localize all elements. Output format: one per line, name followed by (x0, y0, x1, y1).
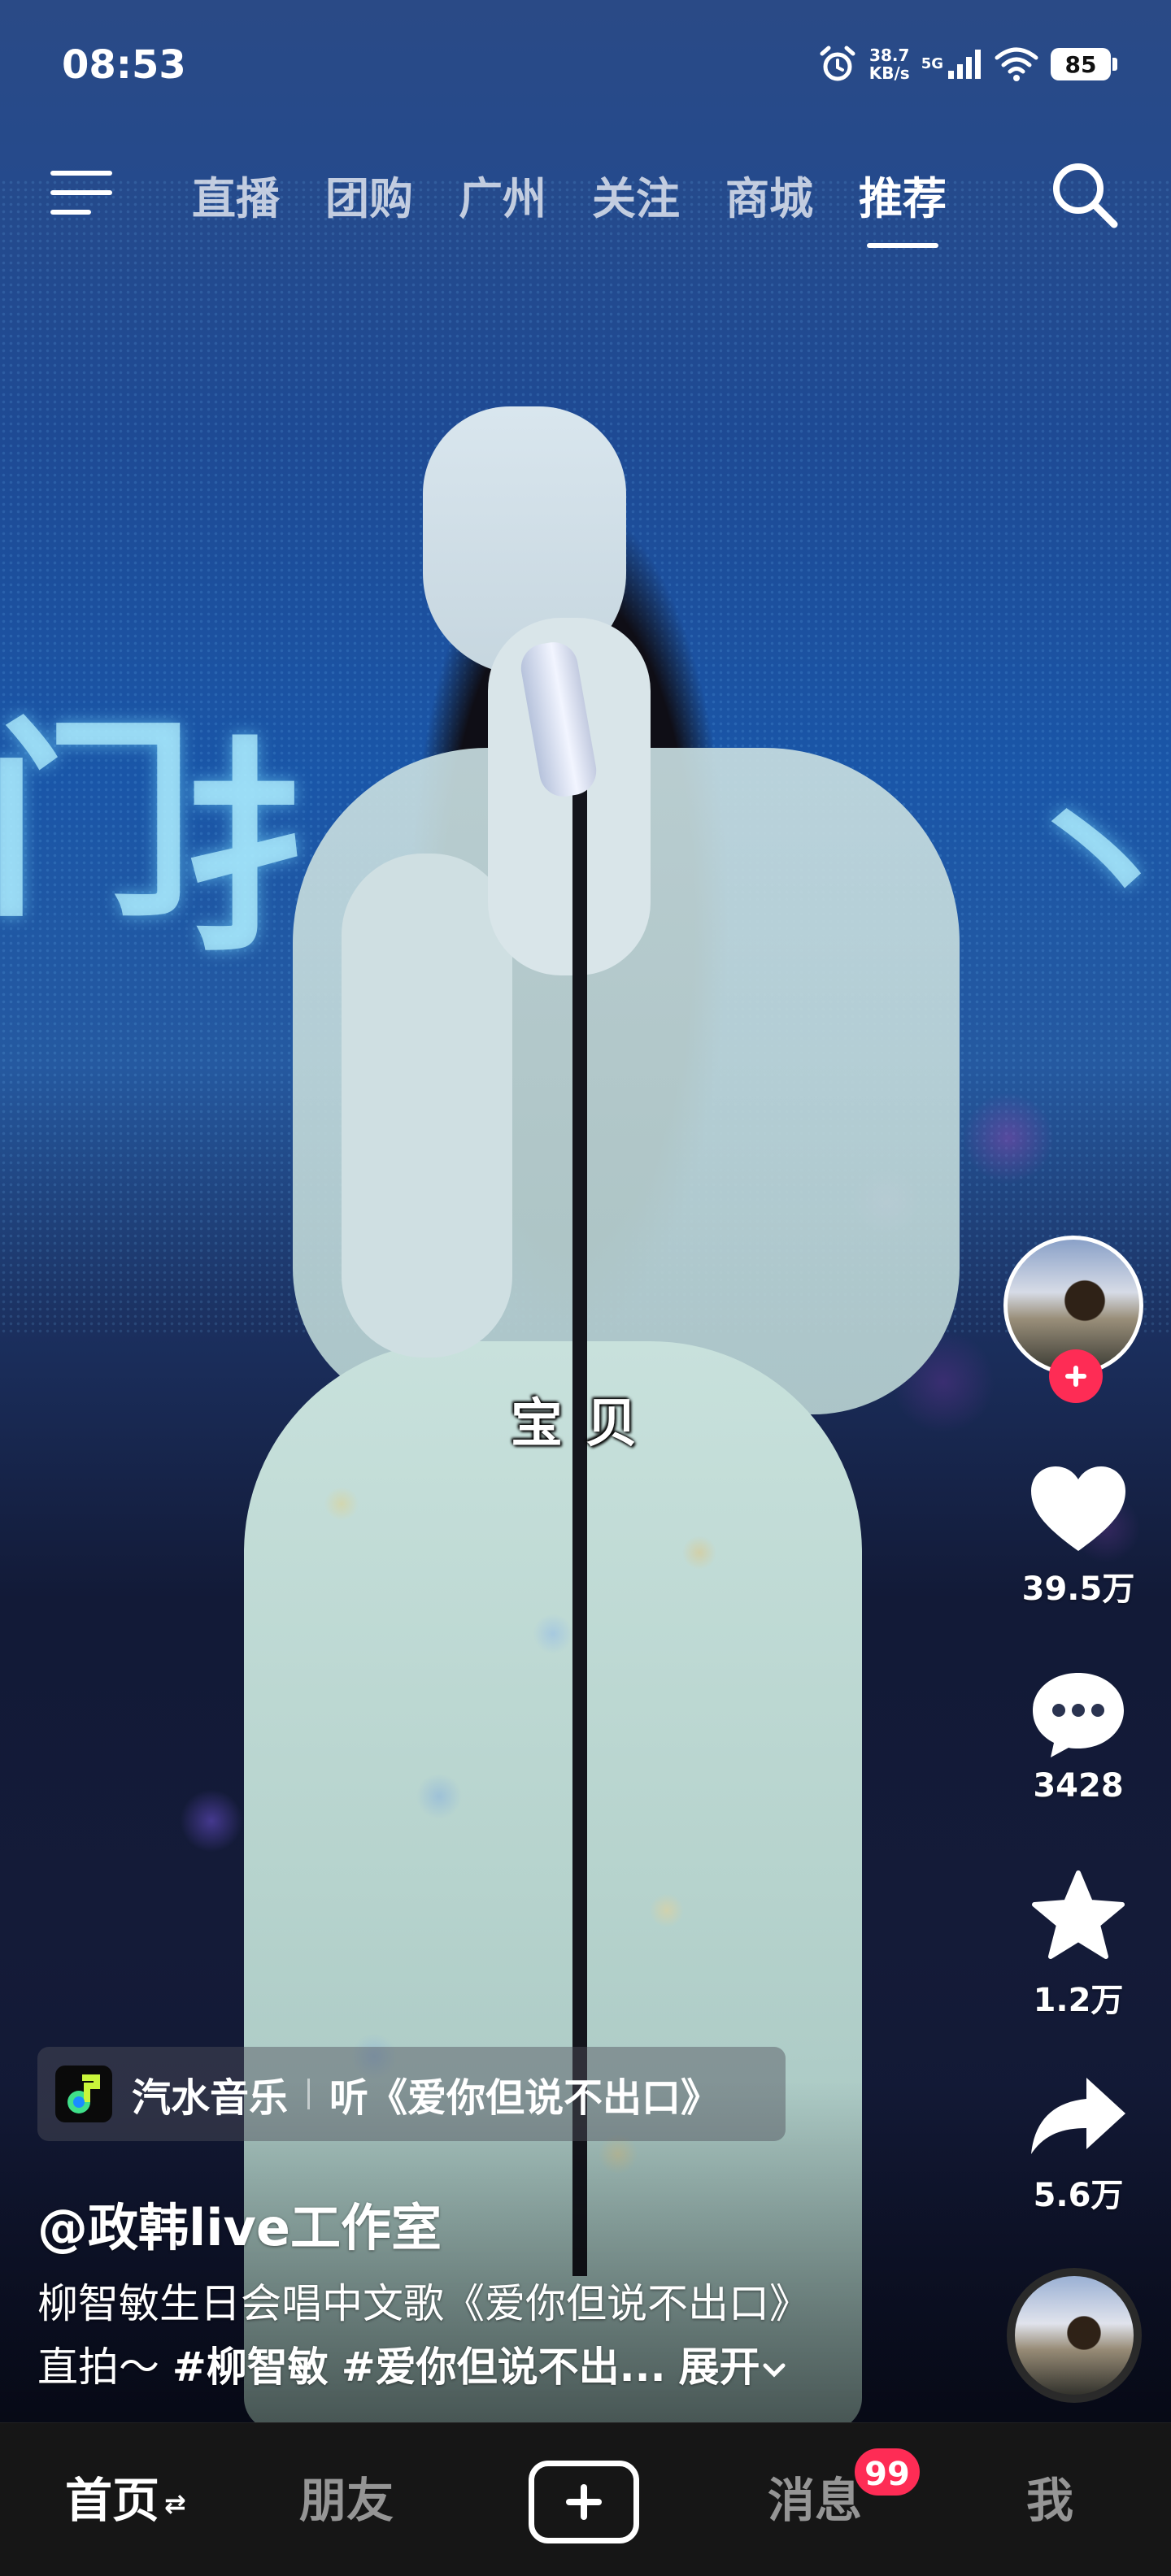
description-text: 直拍～ (37, 2344, 172, 2391)
nav-messages[interactable]: 消息 (768, 2462, 862, 2530)
like-count: 39.5万 (1021, 1570, 1135, 1608)
backdrop-glyph: 丶 (1008, 756, 1171, 964)
switch-arrows-icon: ⇄ (164, 2487, 186, 2519)
bottom-nav: 首页 ⇄ 朋友 消息 99 我 (0, 2422, 1171, 2576)
share-button[interactable]: 5.6万 (1003, 2073, 1153, 2216)
author-avatar-button[interactable] (1003, 1236, 1150, 1403)
net-speed-value: 38.7 (869, 46, 910, 65)
star-icon (1032, 1870, 1125, 1959)
signal-icon: 5G (921, 48, 982, 80)
tab-mall[interactable]: 商城 (725, 163, 813, 227)
top-tabs: 直播 团购 广州 关注 商城 推荐 (192, 163, 947, 248)
music-disc-button[interactable] (1007, 2268, 1142, 2403)
post-description-line2: 直拍～ #柳智敏 #爱你但说不出... 展开 (37, 2335, 788, 2393)
search-icon[interactable] (1049, 159, 1119, 229)
follow-button[interactable] (1049, 1349, 1103, 1403)
network-type: 5G (921, 55, 943, 72)
author-name[interactable]: @政韩live工作室 (37, 2187, 442, 2260)
hashtag-link[interactable]: #爱你但说不出... (342, 2344, 666, 2391)
video-subtitle: 宝贝 (511, 1394, 660, 1454)
plus-icon (1065, 1366, 1086, 1387)
like-button[interactable]: 39.5万 (1003, 1463, 1153, 1609)
share-arrow-icon (1031, 2078, 1125, 2154)
favorite-count: 1.2万 (1033, 1982, 1124, 2019)
post-description-line1: 柳智敏生日会唱中文歌《爱你但说不出口》 (37, 2280, 810, 2327)
wifi-icon (995, 47, 1038, 81)
nav-home[interactable]: 首页 ⇄ (65, 2462, 186, 2530)
expand-label: 展开 (678, 2344, 760, 2391)
tab-local[interactable]: 广州 (459, 163, 546, 227)
expand-button[interactable]: 展开 (679, 2344, 788, 2391)
nav-friends[interactable]: 朋友 (299, 2462, 394, 2530)
tab-group-buy[interactable]: 团购 (325, 163, 413, 227)
status-time: 08:53 (62, 42, 186, 88)
music-app-chip[interactable]: 汽水音乐 听《爱你但说不出口》 (37, 2047, 786, 2141)
nav-me[interactable]: 我 (1026, 2462, 1073, 2530)
nav-home-label: 首页 (65, 2473, 160, 2528)
comment-icon (1033, 1673, 1124, 1757)
create-post-button[interactable] (529, 2461, 639, 2543)
battery-icon: 85 (1051, 48, 1117, 80)
alarm-icon (820, 46, 855, 81)
tab-recommended[interactable]: 推荐 (859, 163, 947, 248)
music-song-link[interactable]: 听《爱你但说不出口》 (329, 2066, 720, 2122)
tab-live[interactable]: 直播 (192, 163, 280, 227)
hashtag-link[interactable]: #柳智敏 (172, 2344, 329, 2391)
net-speed: 38.7 KB/s (869, 46, 910, 82)
status-icons: 38.7 KB/s 5G 85 (817, 44, 1117, 85)
comment-button[interactable]: 3428 (1003, 1668, 1153, 1805)
hamburger-menu-icon[interactable] (49, 169, 114, 218)
share-count: 5.6万 (1033, 2177, 1124, 2214)
performer-arm (342, 854, 512, 1358)
soda-music-logo-icon (55, 2066, 112, 2122)
backdrop-glyph: 门 (0, 701, 195, 946)
comment-count: 3428 (1033, 1767, 1124, 1805)
chevron-down-icon (763, 2363, 786, 2378)
plus-icon (566, 2484, 602, 2520)
heart-icon (1031, 1466, 1125, 1551)
music-app-name: 汽水音乐 (132, 2075, 289, 2121)
tab-following[interactable]: 关注 (592, 163, 680, 227)
favorite-button[interactable]: 1.2万 (1003, 1870, 1153, 2021)
divider (307, 2079, 311, 2109)
messages-badge: 99 (852, 2446, 922, 2498)
net-speed-unit: KB/s (868, 63, 910, 83)
